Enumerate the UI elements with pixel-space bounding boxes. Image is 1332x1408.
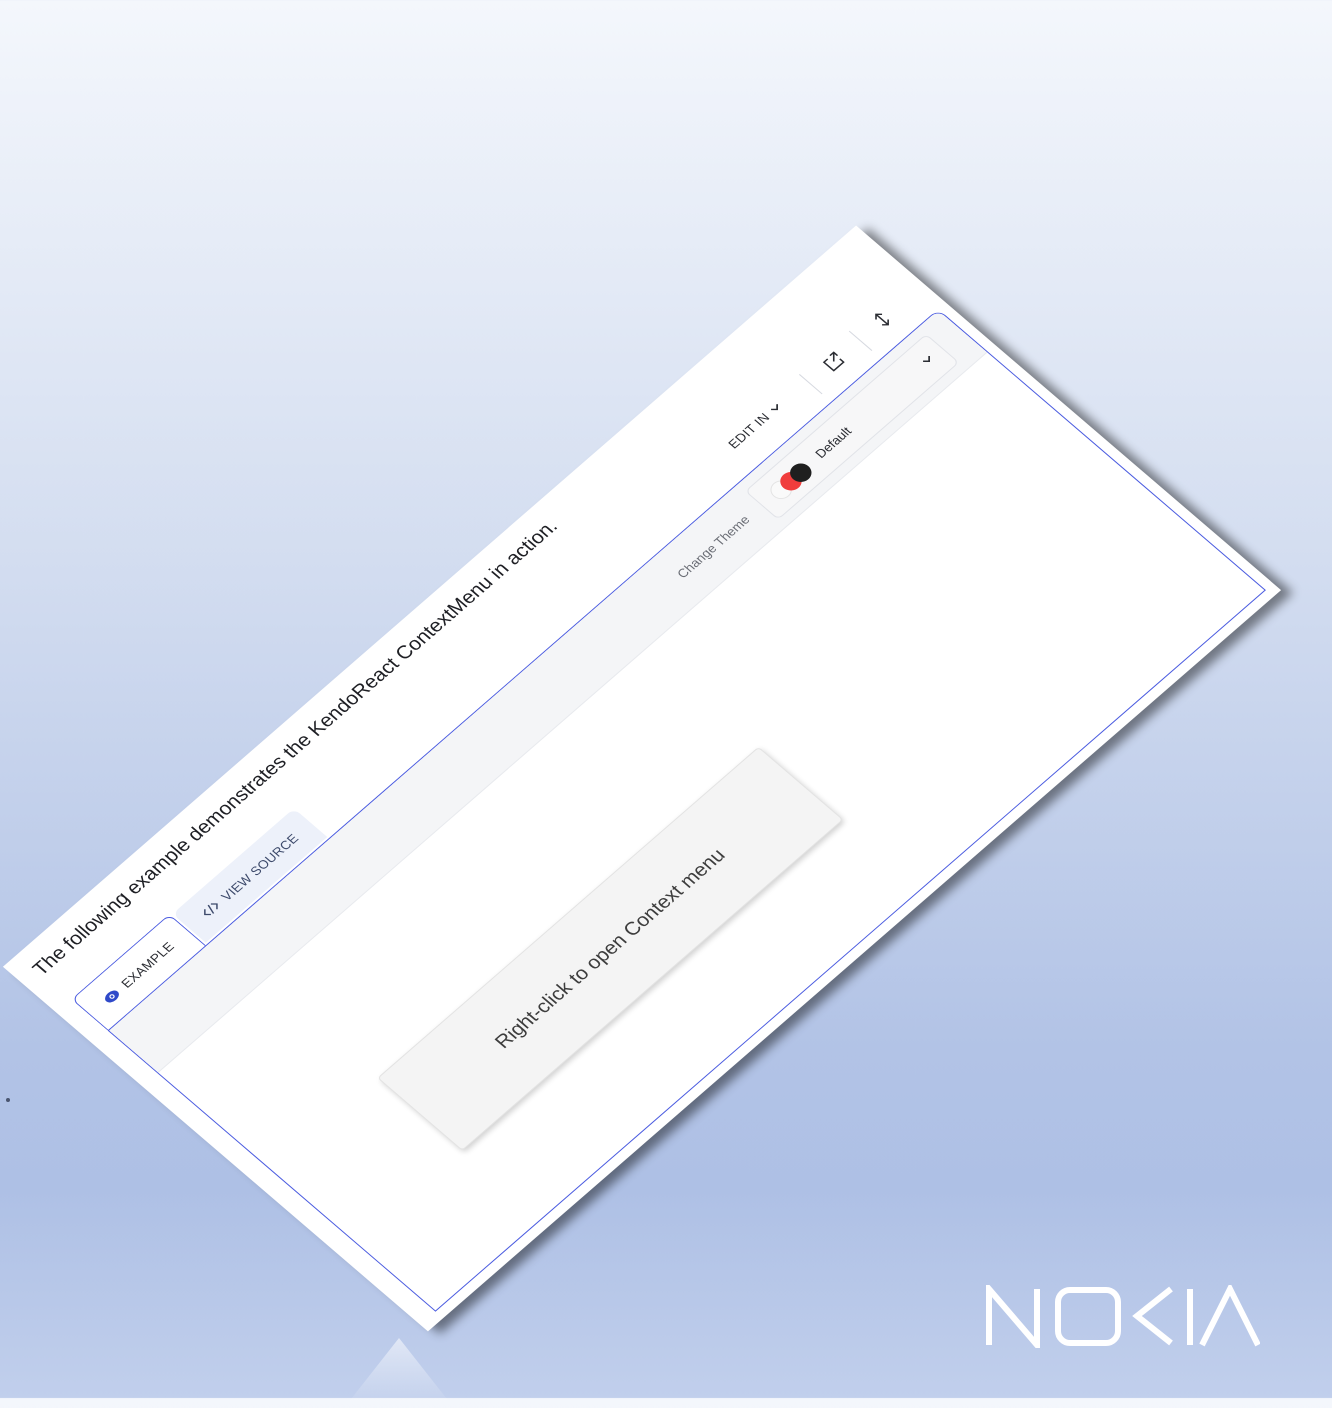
- chevron-down-icon: [766, 400, 785, 416]
- theme-swatches: [766, 453, 823, 503]
- edit-in-label: EDIT IN: [724, 410, 773, 452]
- example-frame: Change Theme Default Right-click to open…: [107, 308, 1266, 1312]
- expand-vertical-icon: [867, 306, 901, 335]
- edit-in-button[interactable]: EDIT IN: [724, 400, 785, 452]
- stray-dot: [6, 1098, 10, 1102]
- header-divider: [798, 374, 823, 395]
- eye-icon: [101, 987, 122, 1005]
- context-target-text: Right-click to open Context menu: [490, 844, 730, 1053]
- theme-value: Default: [812, 424, 855, 461]
- chevron-down-icon: [917, 351, 940, 371]
- code-icon: [199, 900, 222, 920]
- header-divider: [848, 330, 873, 351]
- open-external-icon: [818, 348, 852, 377]
- change-theme-label: Change Theme: [673, 512, 753, 581]
- expand-button[interactable]: [864, 304, 903, 338]
- open-external-button[interactable]: [816, 346, 855, 380]
- nokia-logo: [985, 1280, 1261, 1354]
- demo-panel: The following example demonstrates the K…: [2, 225, 1282, 1332]
